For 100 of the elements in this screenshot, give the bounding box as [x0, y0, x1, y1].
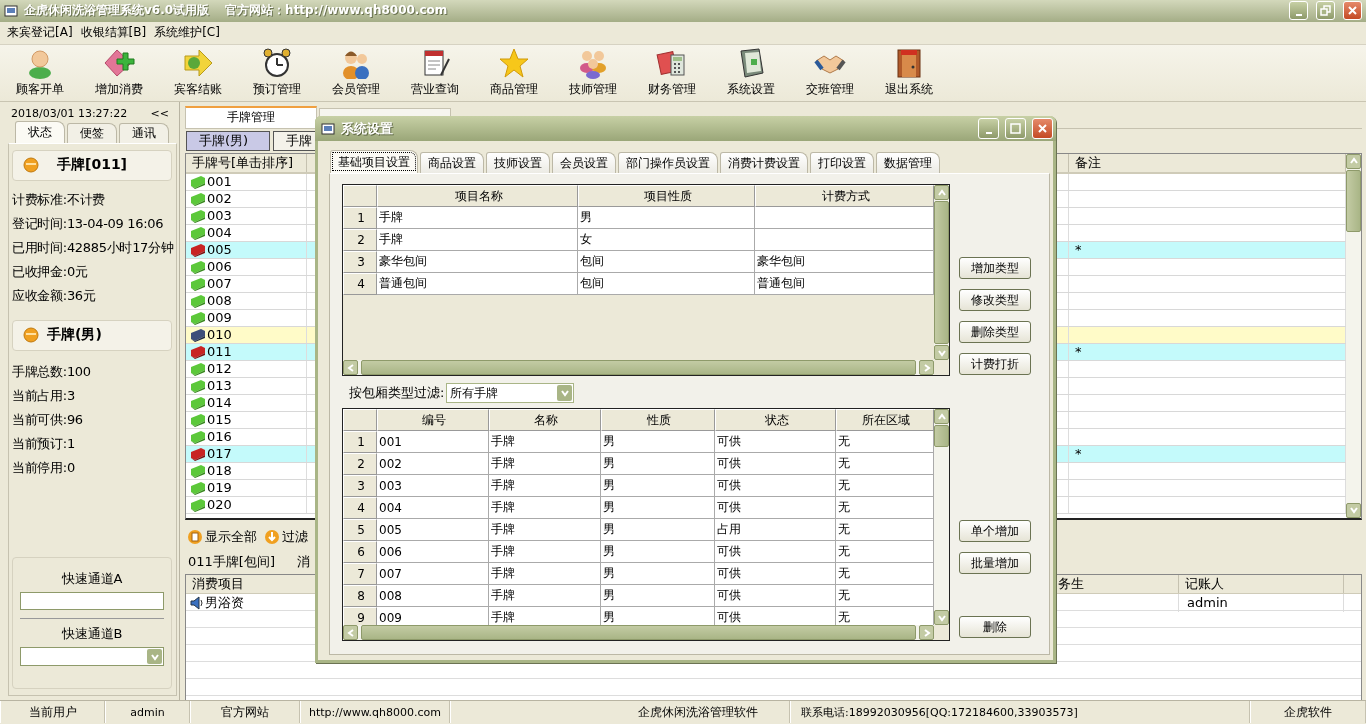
row-number: 3: [343, 251, 377, 273]
table-cell: 010: [207, 327, 232, 343]
table-cell: 包间: [578, 273, 755, 295]
table-cell: 可供: [715, 431, 836, 453]
table-cell: 男浴资: [205, 593, 244, 612]
table-cell: admin: [1187, 595, 1228, 611]
table-cell: 无: [836, 541, 934, 563]
table-cell: 007: [207, 276, 232, 292]
table-cell: 012: [207, 361, 232, 377]
row-number: 7: [343, 563, 377, 585]
table-cell: 005: [207, 242, 232, 258]
table-cell: 无: [836, 519, 934, 541]
table-cell: 无: [836, 431, 934, 453]
table-cell: 手牌: [489, 541, 601, 563]
table-cell: 016: [207, 429, 232, 445]
table-cell: 001: [207, 174, 232, 190]
table-cell: 008: [207, 293, 232, 309]
table-cell: 手牌: [489, 453, 601, 475]
table-cell: 002: [207, 191, 232, 207]
table-cell: 007: [377, 563, 489, 585]
table-cell: 004: [207, 225, 232, 241]
table-cell: 男: [601, 475, 715, 497]
date-time: 2018/03/01 13:27:22: [11, 107, 128, 121]
website-text: 官方网站：http://www.qh8000.com: [225, 2, 448, 20]
table-cell: 006: [207, 259, 232, 275]
row-number: 9: [343, 607, 377, 625]
card-title: 手牌(男): [47, 326, 102, 345]
detail-text: 登记时间:13-04-09 16:06: [12, 214, 165, 233]
table-cell: 手牌: [489, 519, 601, 541]
table-cell: 包间: [578, 251, 755, 273]
table-cell: 男: [601, 563, 715, 585]
table-cell: 003: [377, 475, 489, 497]
table-cell: 011: [207, 344, 232, 360]
table-cell: 无: [836, 585, 934, 607]
card-title: 手牌[011]: [57, 156, 128, 175]
status-text: 企虎软件: [1250, 701, 1366, 724]
table-cell: 可供: [715, 607, 836, 625]
table-cell: 男: [601, 585, 715, 607]
row-number: 2: [343, 453, 377, 475]
detail-text: 已用时间:42885小时17分钟: [12, 238, 172, 257]
table-cell: 无: [836, 607, 934, 625]
table-cell: 无: [836, 475, 934, 497]
row-number: 6: [343, 541, 377, 563]
table-cell: 可供: [715, 497, 836, 519]
row-number: 1: [343, 431, 377, 453]
table-cell: 002: [377, 453, 489, 475]
table-cell: 男: [601, 541, 715, 563]
table-cell: 男: [578, 207, 755, 229]
stat-text: 手牌总数:100: [12, 362, 92, 381]
table-cell: 手牌: [377, 207, 578, 229]
table-cell: 普通包间: [377, 273, 578, 295]
table-cell: 普通包间: [755, 273, 934, 295]
detail-text: 已收押金:0元: [12, 262, 89, 281]
table-cell: 手牌: [489, 563, 601, 585]
table-cell: 013: [207, 378, 232, 394]
row-number: 4: [343, 273, 377, 295]
stat-text: 当前停用:0: [12, 458, 76, 477]
table-cell: 手牌: [489, 431, 601, 453]
table-cell: 手牌: [377, 229, 578, 251]
table-cell: 015: [207, 412, 232, 428]
detail-text: 应收金额:36元: [12, 286, 97, 305]
row-number: 5: [343, 519, 377, 541]
table-cell: 手牌: [489, 475, 601, 497]
table-cell: 003: [207, 208, 232, 224]
dialog-title: 系统设置: [341, 119, 393, 138]
status-text: admin: [105, 701, 190, 724]
row-number: 3: [343, 475, 377, 497]
table-cell: 占用: [715, 519, 836, 541]
table-cell: 006: [377, 541, 489, 563]
row-number: 8: [343, 585, 377, 607]
status-text: 官方网站: [190, 701, 300, 724]
table-cell: 008: [377, 585, 489, 607]
table-cell: 豪华包间: [755, 251, 934, 273]
window-title: 企虎休闲洗浴管理系统v6.0试用版: [24, 2, 210, 20]
table-cell: 可供: [715, 585, 836, 607]
table-cell: 004: [377, 497, 489, 519]
status-text: 当前用户: [0, 701, 105, 724]
stat-text: 当前可供:96: [12, 410, 84, 429]
table-cell: 男: [601, 519, 715, 541]
table-cell: 018: [207, 463, 232, 479]
status-text: http://www.qh8000.com: [300, 701, 450, 724]
row-number: 4: [343, 497, 377, 519]
table-cell: 可供: [715, 563, 836, 585]
table-cell: 无: [836, 453, 934, 475]
table-cell: 男: [601, 453, 715, 475]
field-label: 快速通道A: [61, 570, 123, 589]
status-text: 企虎休闲洗浴管理软件: [450, 701, 790, 724]
table-cell: 020: [207, 497, 232, 513]
table-cell: 男: [601, 431, 715, 453]
table-cell: 无: [836, 497, 934, 519]
stat-text: 当前占用:3: [12, 386, 76, 405]
table-cell: 可供: [715, 475, 836, 497]
table-cell: 可供: [715, 453, 836, 475]
table-cell: 001: [377, 431, 489, 453]
detail-text: 计费标准:不计费: [12, 190, 106, 209]
status-text: 联系电话:18992030956[QQ:172184600,33903573]: [790, 701, 1250, 724]
table-cell: 女: [578, 229, 755, 251]
filter-label: 按包厢类型过滤:: [349, 384, 445, 402]
table-cell: 009: [207, 310, 232, 326]
table-cell: 手牌: [489, 585, 601, 607]
